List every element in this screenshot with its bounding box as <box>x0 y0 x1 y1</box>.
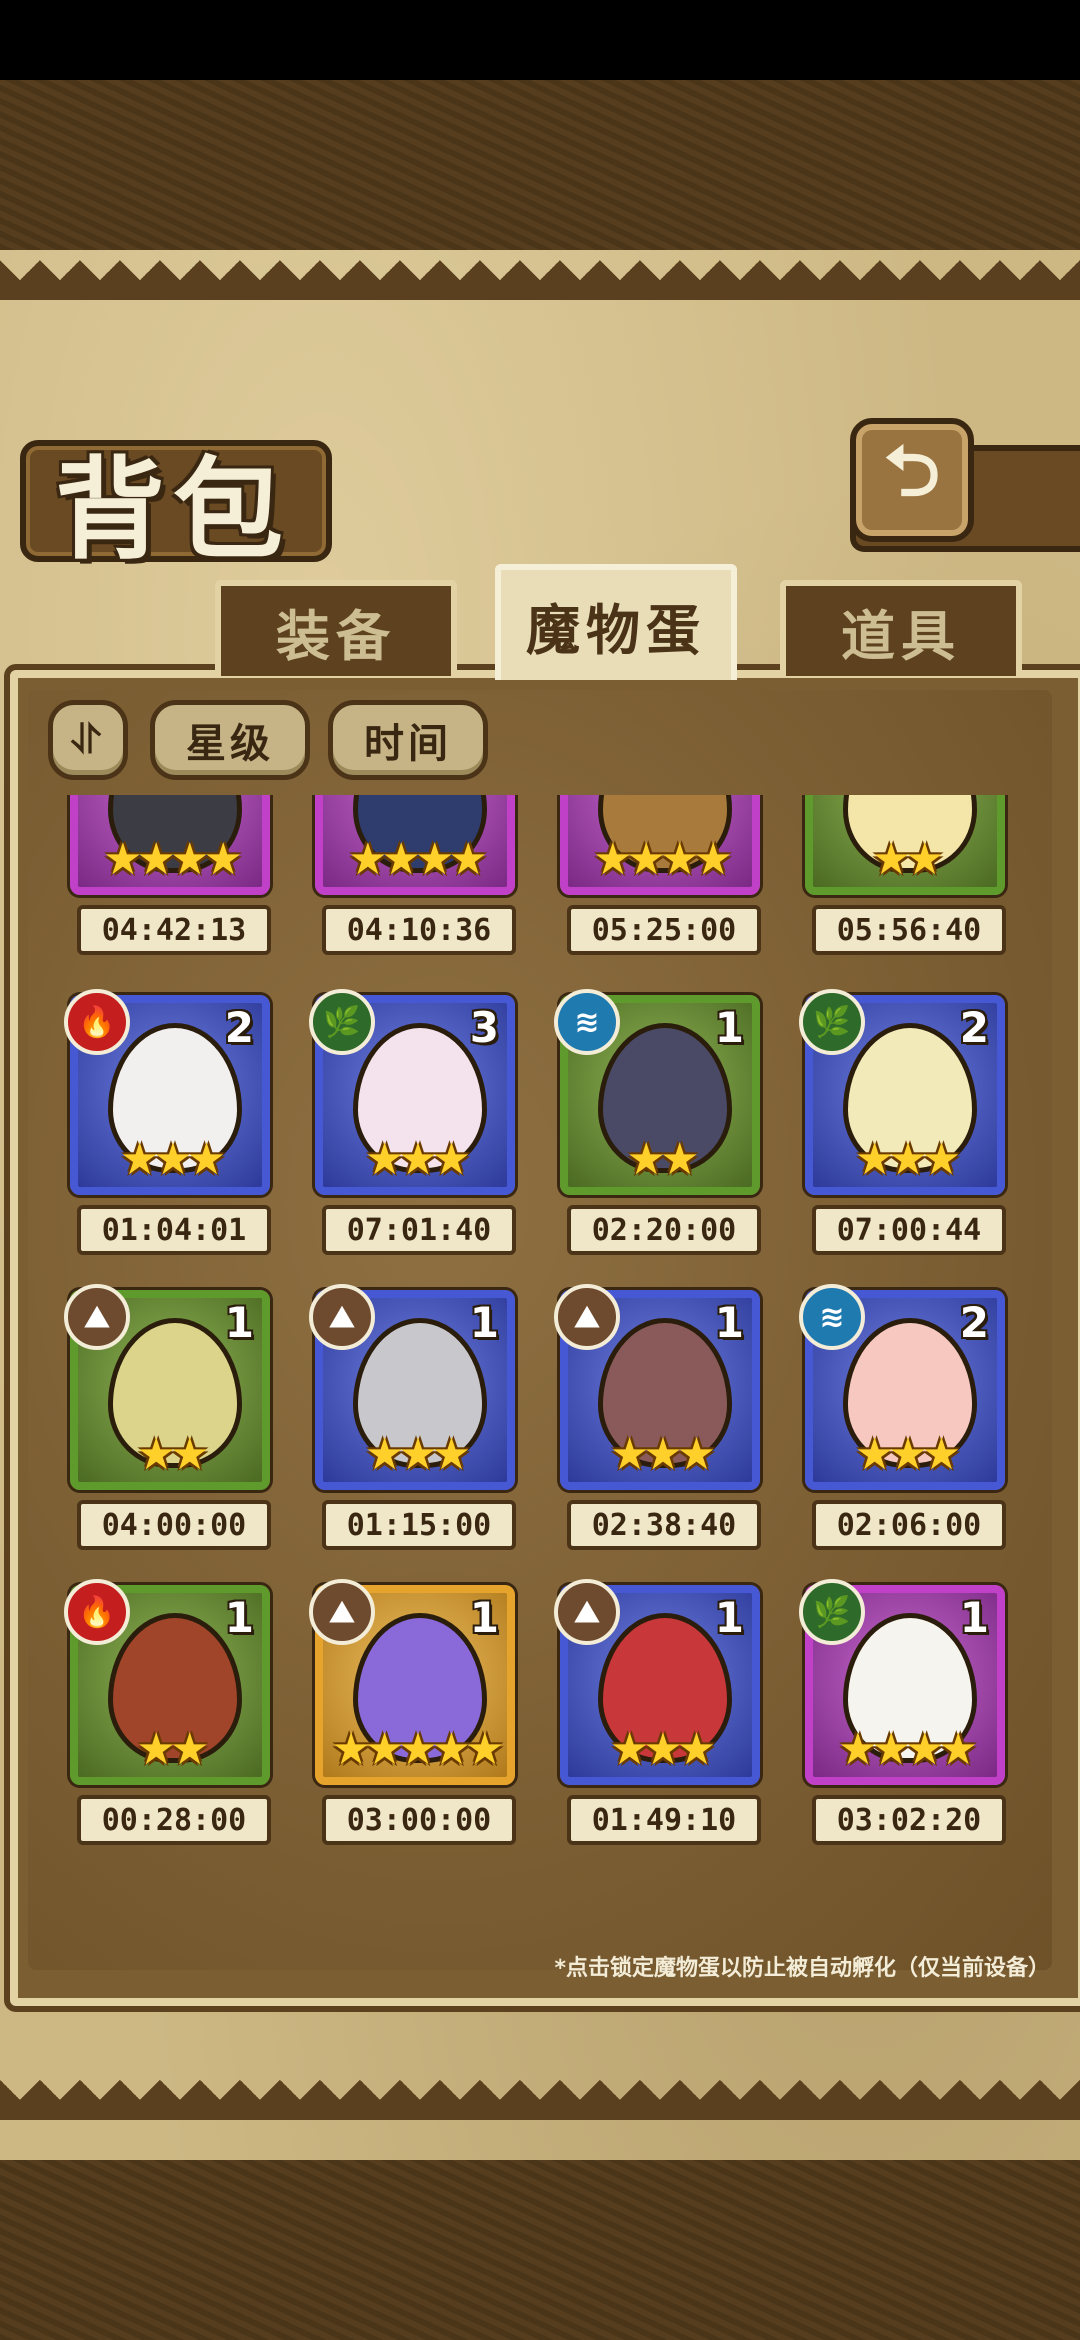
map-background-top <box>0 80 1080 250</box>
hatch-timer: 02:38:40 <box>567 1500 761 1550</box>
sort-by-star-button[interactable]: 星级 <box>150 700 310 780</box>
star-rating: ★★★ <box>364 1134 471 1185</box>
egg-count: 1 <box>959 1593 989 1642</box>
hatch-timer: 07:01:40 <box>322 1205 516 1255</box>
hatch-timer: 03:00:00 <box>322 1795 516 1845</box>
earth-element-icon: ⛰ <box>309 1579 375 1645</box>
star-rating: ★★★★ <box>838 1724 978 1775</box>
star-rating: ★★ <box>136 1724 210 1775</box>
egg-card[interactable]: ⛰ 1 ★★★ <box>554 1579 760 1785</box>
hatch-timer: 01:49:10 <box>567 1795 761 1845</box>
star-rating: ★★★ <box>609 1429 716 1480</box>
hatch-timer: 05:56:40 <box>812 905 1006 955</box>
egg-count: 1 <box>469 1593 499 1642</box>
egg-count: 2 <box>224 1003 254 1052</box>
sort-by-time-button[interactable]: 时间 <box>328 700 488 780</box>
tab-monster-eggs[interactable]: 魔物蛋 <box>495 564 737 680</box>
egg-card[interactable]: 🔥 2 ★★★ <box>64 989 270 1195</box>
star-rating: ★★ <box>871 834 945 885</box>
egg-card[interactable]: 🔥 1 ★★ <box>64 1579 270 1785</box>
hatch-timer: 04:42:13 <box>77 905 271 955</box>
star-rating: ★★★ <box>854 1134 961 1185</box>
egg-card[interactable]: ⛰ 1 ★★ <box>64 1284 270 1490</box>
zigzag-border-top <box>0 260 1080 300</box>
fire-element-icon: 🔥 <box>64 1579 130 1645</box>
hatch-timer: 03:02:20 <box>812 1795 1006 1845</box>
wood-element-icon: 🌿 <box>799 1579 865 1645</box>
hatch-timer: 05:25:00 <box>567 905 761 955</box>
star-rating: ★★★ <box>609 1724 716 1775</box>
egg-card[interactable]: 1★★★★ <box>560 795 760 895</box>
egg-count: 1 <box>224 1593 254 1642</box>
fire-element-icon: 🔥 <box>64 989 130 1055</box>
hatch-timer: 02:06:00 <box>812 1500 1006 1550</box>
water-element-icon: ≋ <box>554 989 620 1055</box>
tab-bar: 装备 魔物蛋 道具 <box>20 564 1060 680</box>
egg-count: 2 <box>959 1003 989 1052</box>
hatch-timer: 02:20:00 <box>567 1205 761 1255</box>
egg-count: 1 <box>714 1003 744 1052</box>
wood-element-icon: 🌿 <box>309 989 375 1055</box>
star-rating: ★★ <box>626 1134 700 1185</box>
star-rating: ★★★★ <box>103 834 243 885</box>
star-rating: ★★★★ <box>593 834 733 885</box>
star-rating: ★★★ <box>364 1429 471 1480</box>
hatch-timer: 07:00:44 <box>812 1205 1006 1255</box>
earth-element-icon: ⛰ <box>309 1284 375 1350</box>
hatch-timer: 01:04:01 <box>77 1205 271 1255</box>
egg-card[interactable]: ≋ 2 ★★★ <box>799 1284 1005 1490</box>
egg-card[interactable]: ⛰ 1 ★★★ <box>554 1284 760 1490</box>
egg-card[interactable]: 🌿 2 ★★★ <box>799 989 1005 1195</box>
zigzag-border-bottom <box>0 2080 1080 2120</box>
hatch-timer: 00:28:00 <box>77 1795 271 1845</box>
star-rating: ★★ <box>136 1429 210 1480</box>
hatch-timer: 04:00:00 <box>77 1500 271 1550</box>
egg-card[interactable]: 🌿 1 ★★★★ <box>799 1579 1005 1785</box>
hatch-timer: 01:15:00 <box>322 1500 516 1550</box>
lock-hint-text: *点击锁定魔物蛋以防止被自动孵化（仅当前设备） <box>554 1956 1050 1981</box>
back-arrow-icon: ⮌ <box>883 429 941 512</box>
map-background-bottom <box>0 2160 1080 2340</box>
egg-grid: 2★★★★04:42:131★★★★04:10:361★★★★05:25:001… <box>60 795 1020 1905</box>
hatch-timer: 04:10:36 <box>322 905 516 955</box>
sort-order-button[interactable]: ⥯ <box>48 700 128 780</box>
egg-card[interactable]: ⛰ 1 ★★★★★ <box>309 1579 515 1785</box>
egg-count: 3 <box>469 1003 499 1052</box>
page-title: 背包 <box>55 445 291 574</box>
star-rating: ★★★★ <box>348 834 488 885</box>
tab-items[interactable]: 道具 <box>780 580 1022 676</box>
egg-card[interactable]: ≋ 1 ★★ <box>554 989 760 1195</box>
egg-count: 2 <box>959 1298 989 1347</box>
earth-element-icon: ⛰ <box>554 1284 620 1350</box>
egg-card[interactable]: ⛰ 1 ★★★ <box>309 1284 515 1490</box>
egg-count: 1 <box>714 1298 744 1347</box>
star-rating: ★★★★★ <box>331 1724 504 1775</box>
earth-element-icon: ⛰ <box>64 1284 130 1350</box>
wood-element-icon: 🌿 <box>799 989 865 1055</box>
egg-card[interactable]: 1★★ <box>805 795 1005 895</box>
egg-card[interactable]: 1★★★★ <box>315 795 515 895</box>
tab-equipment[interactable]: 装备 <box>215 580 457 676</box>
egg-card[interactable]: 2★★★★ <box>70 795 270 895</box>
status-bar <box>0 0 1080 80</box>
egg-count: 1 <box>224 1298 254 1347</box>
back-button[interactable]: ⮌ <box>850 418 974 542</box>
star-rating: ★★★ <box>119 1134 226 1185</box>
sort-icon: ⥯ <box>71 717 105 763</box>
egg-count: 1 <box>469 1298 499 1347</box>
star-rating: ★★★ <box>854 1429 961 1480</box>
egg-card[interactable]: 🌿 3 ★★★ <box>309 989 515 1195</box>
egg-count: 1 <box>714 1593 744 1642</box>
earth-element-icon: ⛰ <box>554 1579 620 1645</box>
water-element-icon: ≋ <box>799 1284 865 1350</box>
